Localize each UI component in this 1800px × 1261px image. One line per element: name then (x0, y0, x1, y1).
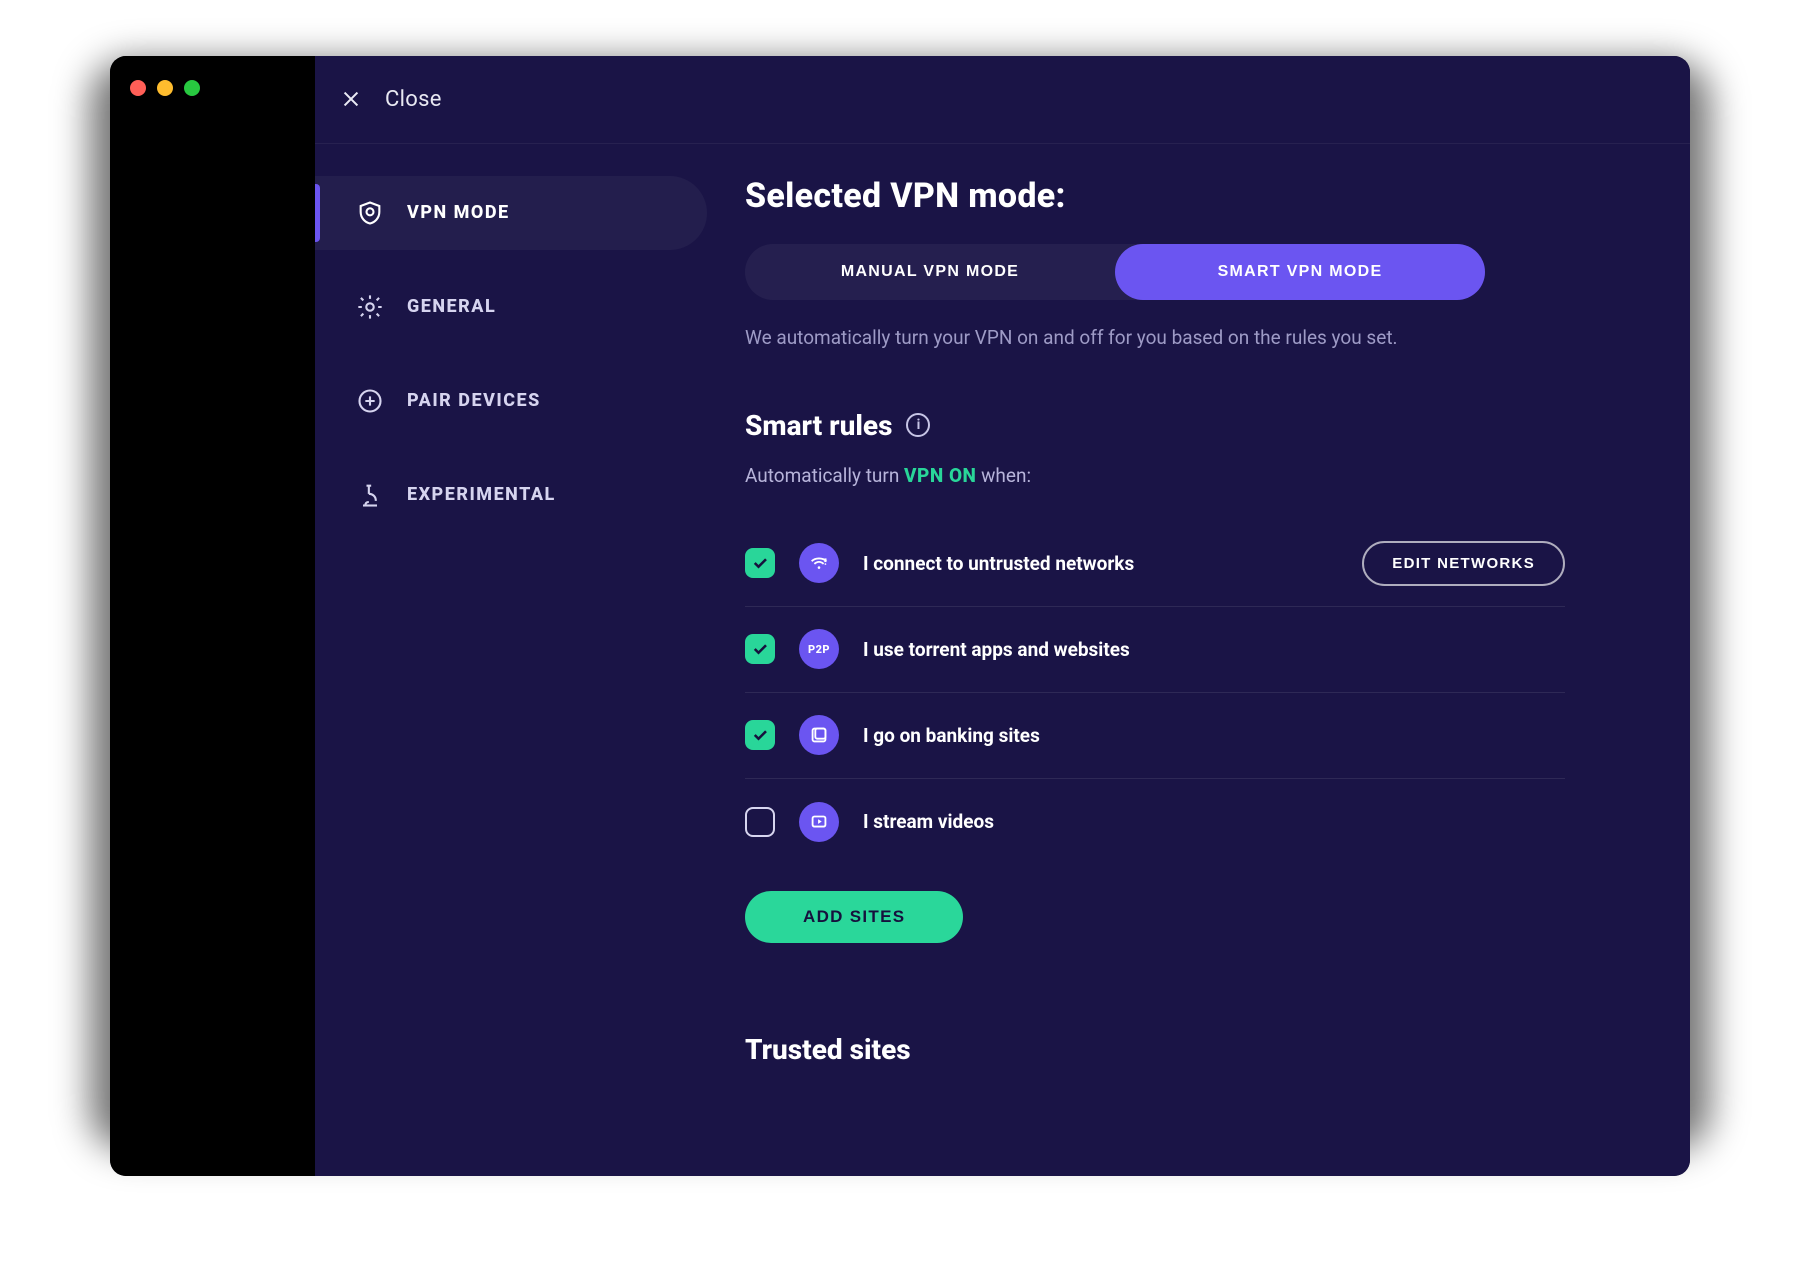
rule-label: I connect to untrusted networks (863, 552, 1338, 575)
wifi-icon (799, 543, 839, 583)
smart-rules-heading-text: Smart rules (745, 409, 892, 442)
segmented-option-manual[interactable]: MANUAL VPN MODE (745, 244, 1115, 300)
rule-checkbox[interactable] (745, 634, 775, 664)
trusted-sites-heading: Trusted sites (745, 1033, 1620, 1066)
window-chrome-strip (110, 56, 315, 1176)
rule-label: I use torrent apps and websites (863, 638, 1565, 661)
vpn-on-highlight: VPN ON (904, 464, 976, 487)
app-window: Close VPN MODE GENERAL (110, 56, 1690, 1176)
segmented-option-smart[interactable]: SMART VPN MODE (1115, 244, 1485, 300)
info-icon[interactable]: i (906, 413, 930, 437)
sidebar-item-general[interactable]: GENERAL (315, 270, 707, 344)
add-sites-button[interactable]: ADD SITES (745, 891, 963, 943)
shield-icon (355, 198, 385, 228)
traffic-light-zoom[interactable] (184, 80, 200, 96)
sidebar-item-label: PAIR DEVICES (407, 390, 541, 411)
mode-description: We automatically turn your VPN on and of… (745, 326, 1620, 349)
sidebar-item-experimental[interactable]: EXPERIMENTAL (315, 458, 707, 532)
traffic-light-close[interactable] (130, 80, 146, 96)
edit-networks-button[interactable]: EDIT NETWORKS (1362, 541, 1565, 586)
rule-row-networks: I connect to untrusted networks EDIT NET… (745, 521, 1565, 607)
gear-icon (355, 292, 385, 322)
sidebar-nav: VPN MODE GENERAL PAIR DEVICES (315, 144, 725, 1176)
rule-checkbox[interactable] (745, 807, 775, 837)
rule-row-stream: I stream videos (745, 779, 1565, 865)
smart-rules-list: I connect to untrusted networks EDIT NET… (745, 521, 1565, 865)
sidebar-item-pair-devices[interactable]: PAIR DEVICES (315, 364, 707, 438)
smart-rules-heading: Smart rules i (745, 409, 1620, 442)
auto-prefix: Automatically turn (745, 464, 904, 487)
sidebar-item-label: EXPERIMENTAL (407, 484, 556, 505)
rule-label: I stream videos (863, 810, 1565, 833)
sidebar-item-label: GENERAL (407, 296, 496, 317)
sidebar-item-label: VPN MODE (407, 202, 510, 223)
auto-suffix: when: (976, 464, 1031, 487)
smart-rules-subtext: Automatically turn VPN ON when: (745, 464, 1620, 487)
microscope-icon (355, 480, 385, 510)
settings-panel: Close VPN MODE GENERAL (315, 56, 1690, 1176)
rule-checkbox[interactable] (745, 548, 775, 578)
panel-header: Close (315, 56, 1690, 144)
window-traffic-lights (130, 80, 295, 96)
page-title: Selected VPN mode: (745, 176, 1620, 216)
bank-icon (799, 715, 839, 755)
rule-row-banking: I go on banking sites (745, 693, 1565, 779)
plus-circle-icon (355, 386, 385, 416)
vpn-mode-segmented: MANUAL VPN MODE SMART VPN MODE (745, 244, 1485, 300)
p2p-icon: P2P (799, 629, 839, 669)
close-icon[interactable] (337, 85, 365, 113)
sidebar-item-vpn-mode[interactable]: VPN MODE (315, 176, 707, 250)
rule-checkbox[interactable] (745, 720, 775, 750)
content-area: Selected VPN mode: MANUAL VPN MODE SMART… (725, 144, 1690, 1176)
rule-label: I go on banking sites (863, 724, 1565, 747)
traffic-light-minimize[interactable] (157, 80, 173, 96)
stream-icon (799, 802, 839, 842)
close-label[interactable]: Close (385, 87, 442, 112)
rule-row-torrent: P2P I use torrent apps and websites (745, 607, 1565, 693)
